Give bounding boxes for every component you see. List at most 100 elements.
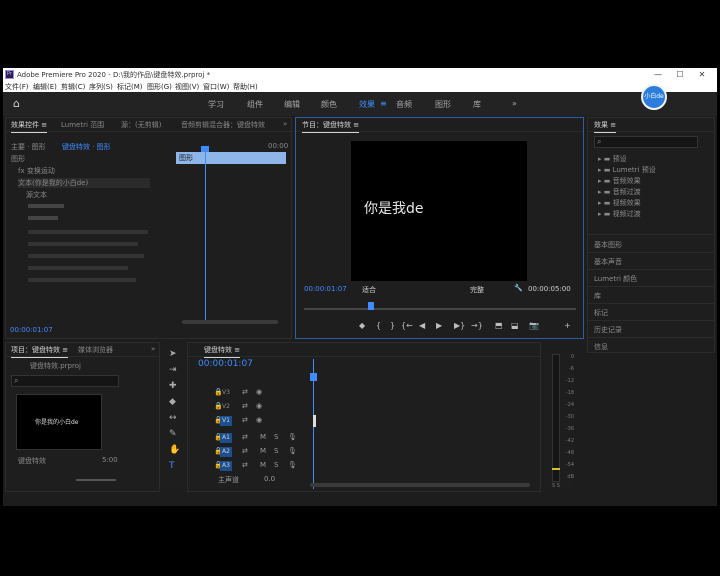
panel-info[interactable]: 信息: [594, 342, 608, 352]
go-to-in-button[interactable]: {←: [401, 321, 413, 330]
effects-item-presets[interactable]: 预设: [598, 154, 627, 164]
tab-project[interactable]: 项目：键盘特效 ≡: [11, 345, 69, 358]
panel-libraries[interactable]: 库: [594, 291, 601, 301]
effects-item-audio-effects[interactable]: 音频效果: [598, 176, 641, 186]
track-a1[interactable]: 🔒 A1 ⇄ M S 🎙: [188, 431, 528, 445]
export-frame-button[interactable]: 📷: [529, 321, 539, 330]
tab-effects[interactable]: 效果 ≡: [594, 120, 617, 133]
hand-tool-icon[interactable]: ✋: [169, 445, 180, 455]
workspace-learn[interactable]: 学习: [208, 99, 224, 110]
fit-dropdown[interactable]: 适合: [362, 285, 376, 295]
mute-icon[interactable]: M: [260, 461, 266, 469]
sync-icon[interactable]: ⇄: [242, 461, 248, 469]
workspace-libraries[interactable]: 库: [473, 99, 481, 110]
program-timecode[interactable]: 00:00:01:07: [304, 285, 347, 293]
button-editor-button[interactable]: +: [564, 321, 571, 330]
workspace-audio[interactable]: 音频: [396, 99, 412, 110]
home-icon[interactable]: ⌂: [13, 98, 25, 110]
menu-window[interactable]: 窗口(W): [203, 82, 229, 92]
effects-item-video-effects[interactable]: 视频效果: [598, 198, 641, 208]
program-canvas[interactable]: 你是我de: [351, 141, 527, 281]
master-value[interactable]: 0.0: [264, 475, 275, 483]
mic-icon[interactable]: 🎙: [288, 447, 297, 455]
panel-markers[interactable]: 标记: [594, 308, 608, 318]
panel-history[interactable]: 历史记录: [594, 325, 622, 335]
mic-icon[interactable]: 🎙: [288, 433, 297, 441]
solo-icon[interactable]: S: [274, 433, 278, 441]
close-button[interactable]: ✕: [687, 68, 717, 81]
tabs-overflow-button[interactable]: »: [283, 120, 287, 128]
extract-button[interactable]: ⬓: [511, 321, 519, 330]
workspace-menu-icon[interactable]: ≡: [380, 99, 387, 108]
menu-file[interactable]: 文件(F): [5, 82, 29, 92]
quality-dropdown[interactable]: 完整: [470, 285, 484, 295]
panel-essential-graphics[interactable]: 基本图形: [594, 240, 622, 250]
meter-solo-buttons[interactable]: S S: [552, 483, 560, 489]
menu-graphics[interactable]: 图形(G): [147, 82, 172, 92]
eye-icon[interactable]: ◉: [256, 416, 262, 424]
step-back-button[interactable]: ◀: [419, 321, 425, 330]
wrench-icon[interactable]: 🔧: [514, 284, 523, 292]
program-scrub-bar[interactable]: [304, 308, 576, 310]
track-a2[interactable]: 🔒 A2 ⇄ M S 🎙: [188, 445, 528, 459]
timeline-playhead-handle[interactable]: [310, 373, 317, 381]
tabs-overflow-button[interactable]: »: [151, 345, 155, 353]
tab-audio-clip-mixer[interactable]: 音频剪辑混合器：键盘特效: [181, 120, 265, 130]
tab-lumetri-scopes[interactable]: Lumetri 范围: [61, 120, 104, 130]
sync-icon[interactable]: ⇄: [242, 388, 248, 396]
track-a3[interactable]: 🔒 A3 ⇄ M S 🎙: [188, 459, 528, 473]
sync-icon[interactable]: ⇄: [242, 447, 248, 455]
track-label[interactable]: A1: [220, 433, 232, 443]
workspace-editing[interactable]: 编辑: [284, 99, 300, 110]
avatar[interactable]: 小白de: [641, 84, 667, 110]
project-search-input[interactable]: ⌕: [11, 375, 119, 387]
menu-view[interactable]: 视图(V): [175, 82, 199, 92]
effects-search-input[interactable]: ⌕: [594, 136, 698, 148]
effects-item-lumetri-presets[interactable]: Lumetri 预设: [598, 165, 656, 175]
menu-help[interactable]: 帮助(H): [233, 82, 258, 92]
lift-button[interactable]: ⬒: [495, 321, 503, 330]
clip[interactable]: [313, 415, 316, 427]
track-v3[interactable]: 🔒 V3 ⇄ ◉: [188, 386, 528, 400]
workspaces-overflow-button[interactable]: »: [512, 99, 517, 108]
workspace-graphics[interactable]: 图形: [435, 99, 451, 110]
track-label[interactable]: V3: [220, 388, 232, 398]
sequence-clip-path[interactable]: 键盘特效 · 图形: [62, 142, 111, 152]
go-to-out-button[interactable]: →}: [471, 321, 483, 330]
playhead-handle[interactable]: [201, 146, 209, 152]
track-label[interactable]: A3: [220, 461, 232, 471]
mic-icon[interactable]: 🎙: [288, 461, 297, 469]
sync-icon[interactable]: ⇄: [242, 433, 248, 441]
timeline-timecode[interactable]: 00:00:01:07: [198, 359, 253, 369]
effect-row-motion[interactable]: fx 变换运动: [18, 166, 55, 176]
play-button[interactable]: ▶: [436, 321, 442, 330]
effect-row-text-layer[interactable]: 文本(你是我的小白de): [18, 178, 150, 188]
effects-item-audio-transitions[interactable]: 音频过渡: [598, 187, 641, 197]
effect-controls-timecode[interactable]: 00:00:01:07: [10, 326, 53, 334]
track-v1[interactable]: 🔒 V1 ⇄ ◉: [188, 414, 528, 428]
step-forward-button[interactable]: ▶}: [454, 321, 465, 330]
panel-essential-sound[interactable]: 基本声音: [594, 257, 622, 267]
tab-media-browser[interactable]: 媒体浏览器: [78, 345, 113, 355]
slip-tool-icon[interactable]: ↔: [169, 413, 177, 423]
type-tool-icon[interactable]: T: [169, 461, 175, 471]
eye-icon[interactable]: ◉: [256, 402, 262, 410]
track-label[interactable]: V1: [220, 416, 232, 426]
menu-clip[interactable]: 剪辑(C): [61, 82, 85, 92]
panel-lumetri-color[interactable]: Lumetri 颜色: [594, 274, 637, 284]
clip-bar[interactable]: 图形: [176, 152, 286, 164]
track-v2[interactable]: 🔒 V2 ⇄ ◉: [188, 400, 528, 414]
eye-icon[interactable]: ◉: [256, 388, 262, 396]
program-playhead[interactable]: [368, 302, 374, 310]
workspace-effects[interactable]: 效果: [359, 99, 375, 110]
track-label[interactable]: V2: [220, 402, 232, 412]
track-select-tool-icon[interactable]: ⇥: [169, 365, 177, 375]
tab-source[interactable]: 源：(无剪辑): [121, 120, 161, 130]
mark-in-button[interactable]: {: [376, 321, 381, 330]
solo-icon[interactable]: S: [274, 461, 278, 469]
timeline-scrollbar[interactable]: [310, 483, 530, 487]
mark-out-button[interactable]: }: [390, 321, 395, 330]
ripple-edit-tool-icon[interactable]: ✚: [169, 381, 177, 391]
pen-tool-icon[interactable]: ✎: [169, 429, 177, 439]
effect-row-source-text[interactable]: 源文本: [26, 190, 47, 200]
